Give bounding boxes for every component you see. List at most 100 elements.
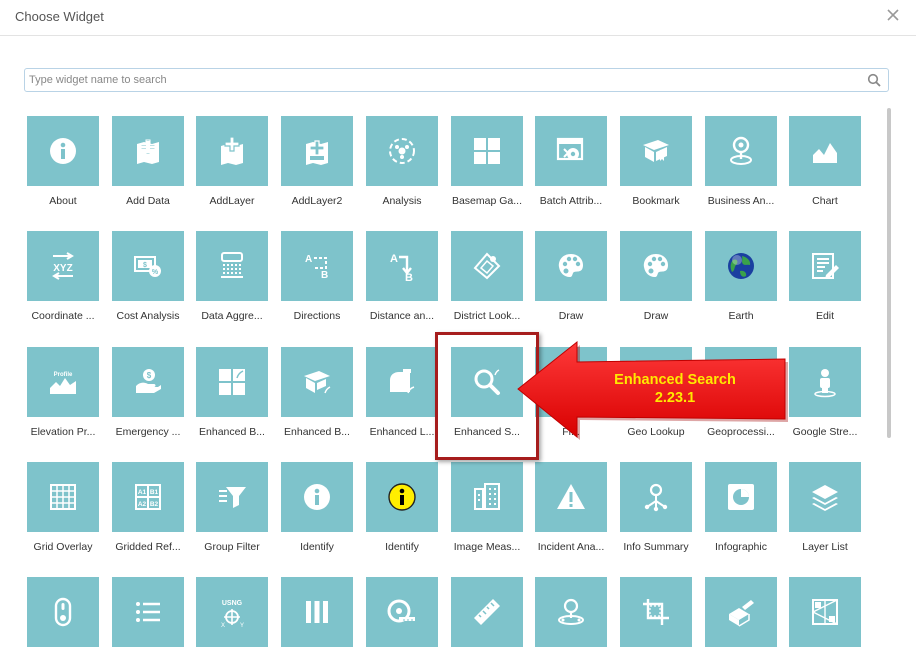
widget-tile[interactable] — [620, 231, 692, 301]
chart-icon — [813, 143, 837, 163]
widget-label: Earth — [728, 310, 754, 322]
widget-tile[interactable]: $ — [112, 347, 184, 417]
earth-globe-icon — [728, 253, 754, 279]
widget-tile[interactable] — [789, 231, 861, 301]
widget-tile[interactable] — [620, 116, 692, 186]
widget-tile[interactable] — [196, 116, 268, 186]
widget-label: About — [49, 195, 77, 207]
widget-label: Edit — [815, 310, 835, 322]
infographic-icon — [728, 484, 754, 510]
widget-tile[interactable] — [451, 231, 523, 301]
svg-text:XYZ: XYZ — [53, 263, 72, 274]
svg-text:USNG: USNG — [222, 600, 243, 607]
palette-icon — [558, 254, 583, 277]
svg-text:A2: A2 — [138, 501, 147, 508]
analysis-icon — [389, 138, 415, 164]
info-summary-icon — [644, 483, 668, 512]
widget-tile[interactable] — [535, 577, 607, 647]
widget-tile[interactable] — [620, 462, 692, 532]
widget-tile[interactable] — [281, 347, 353, 417]
widget-tile[interactable]: A1 B1 A2 B2 — [112, 462, 184, 532]
add-layer-icon — [221, 136, 243, 165]
widget-tile[interactable] — [366, 577, 438, 647]
info-icon — [50, 138, 76, 164]
search-input[interactable] — [29, 71, 849, 89]
widget-tile[interactable] — [112, 577, 184, 647]
palette-icon — [643, 254, 668, 277]
widget-tile[interactable] — [196, 347, 268, 417]
mouse-icon — [54, 597, 72, 627]
enhanced-bookmark-icon — [304, 371, 331, 394]
elevation-profile-icon: Profile — [50, 372, 76, 394]
widget-tile[interactable] — [27, 116, 99, 186]
widget-tile[interactable] — [705, 462, 777, 532]
ruler-icon — [474, 599, 500, 625]
basemap-gallery-icon — [474, 138, 500, 164]
data-aggregation-icon — [221, 252, 243, 278]
distance-icon: AB — [390, 253, 413, 282]
widget-tile[interactable] — [112, 116, 184, 186]
svg-text:B: B — [321, 270, 328, 281]
widget-tile[interactable] — [196, 462, 268, 532]
widget-tile[interactable] — [451, 577, 523, 647]
widget-label: Enhanced B... — [199, 426, 265, 438]
add-layer2-icon — [306, 140, 328, 165]
widget-label: Chart — [812, 195, 838, 207]
widget-label: AddLayer2 — [291, 195, 343, 207]
svg-text:B2: B2 — [150, 501, 159, 508]
widget-tile[interactable] — [535, 462, 607, 532]
widget-tile[interactable] — [705, 577, 777, 647]
callout-line-1: Enhanced Search — [614, 372, 736, 388]
search-icon[interactable] — [867, 73, 881, 87]
widget-label: Emergency ... — [115, 426, 181, 438]
callout-text: Enhanced Search 2.23.1 — [590, 371, 760, 407]
svg-text:A1: A1 — [138, 489, 147, 496]
widget-label: Gridded Ref... — [115, 541, 181, 553]
svg-text:A: A — [390, 253, 398, 265]
widget-tile[interactable]: XYZ — [27, 231, 99, 301]
widget-tile[interactable]: Profile — [27, 347, 99, 417]
widget-tile[interactable] — [281, 577, 353, 647]
scrollbar[interactable] — [887, 108, 891, 438]
svg-text:A: A — [305, 254, 312, 265]
widget-tile[interactable] — [705, 116, 777, 186]
widget-tile[interactable] — [705, 231, 777, 301]
district-lookup-icon — [473, 252, 501, 280]
widget-tile[interactable]: USNG X Y — [196, 577, 268, 647]
gridded-reference-icon: A1 B1A2 B2 — [135, 484, 161, 510]
svg-text:$: $ — [143, 262, 147, 269]
widget-tile[interactable] — [27, 462, 99, 532]
widget-tile[interactable]: AB — [281, 231, 353, 301]
widget-tile[interactable]: AB — [366, 231, 438, 301]
widget-label: Elevation Pr... — [30, 426, 96, 438]
widget-tile[interactable] — [366, 347, 438, 417]
widget-label: District Look... — [453, 310, 521, 322]
widget-label: Distance an... — [369, 310, 435, 322]
widget-tile[interactable] — [789, 116, 861, 186]
widget-tile[interactable] — [535, 231, 607, 301]
widget-label: Basemap Ga... — [451, 195, 523, 207]
network-trace-icon — [812, 599, 838, 625]
widget-tile[interactable] — [281, 116, 353, 186]
widget-tile[interactable] — [451, 116, 523, 186]
widget-tile[interactable] — [451, 462, 523, 532]
widget-tile[interactable] — [196, 231, 268, 301]
close-icon[interactable] — [886, 8, 900, 22]
widget-label: Identify — [300, 541, 334, 553]
widget-tile[interactable] — [620, 577, 692, 647]
widget-tile[interactable] — [281, 462, 353, 532]
widget-tile[interactable] — [366, 116, 438, 186]
widget-tile[interactable] — [789, 462, 861, 532]
group-filter-icon — [219, 487, 246, 508]
grid-overlay-icon — [50, 484, 76, 510]
widget-tile[interactable] — [535, 116, 607, 186]
widget-tile[interactable] — [366, 462, 438, 532]
svg-text:Y: Y — [240, 623, 244, 628]
widget-label: Incident Ana... — [537, 541, 605, 553]
streetview-person-icon — [814, 369, 836, 398]
widget-tile[interactable]: $% — [112, 231, 184, 301]
svg-text:$: $ — [147, 371, 152, 380]
widget-label: Business An... — [707, 195, 775, 207]
widget-tile[interactable] — [789, 577, 861, 647]
widget-tile[interactable] — [27, 577, 99, 647]
